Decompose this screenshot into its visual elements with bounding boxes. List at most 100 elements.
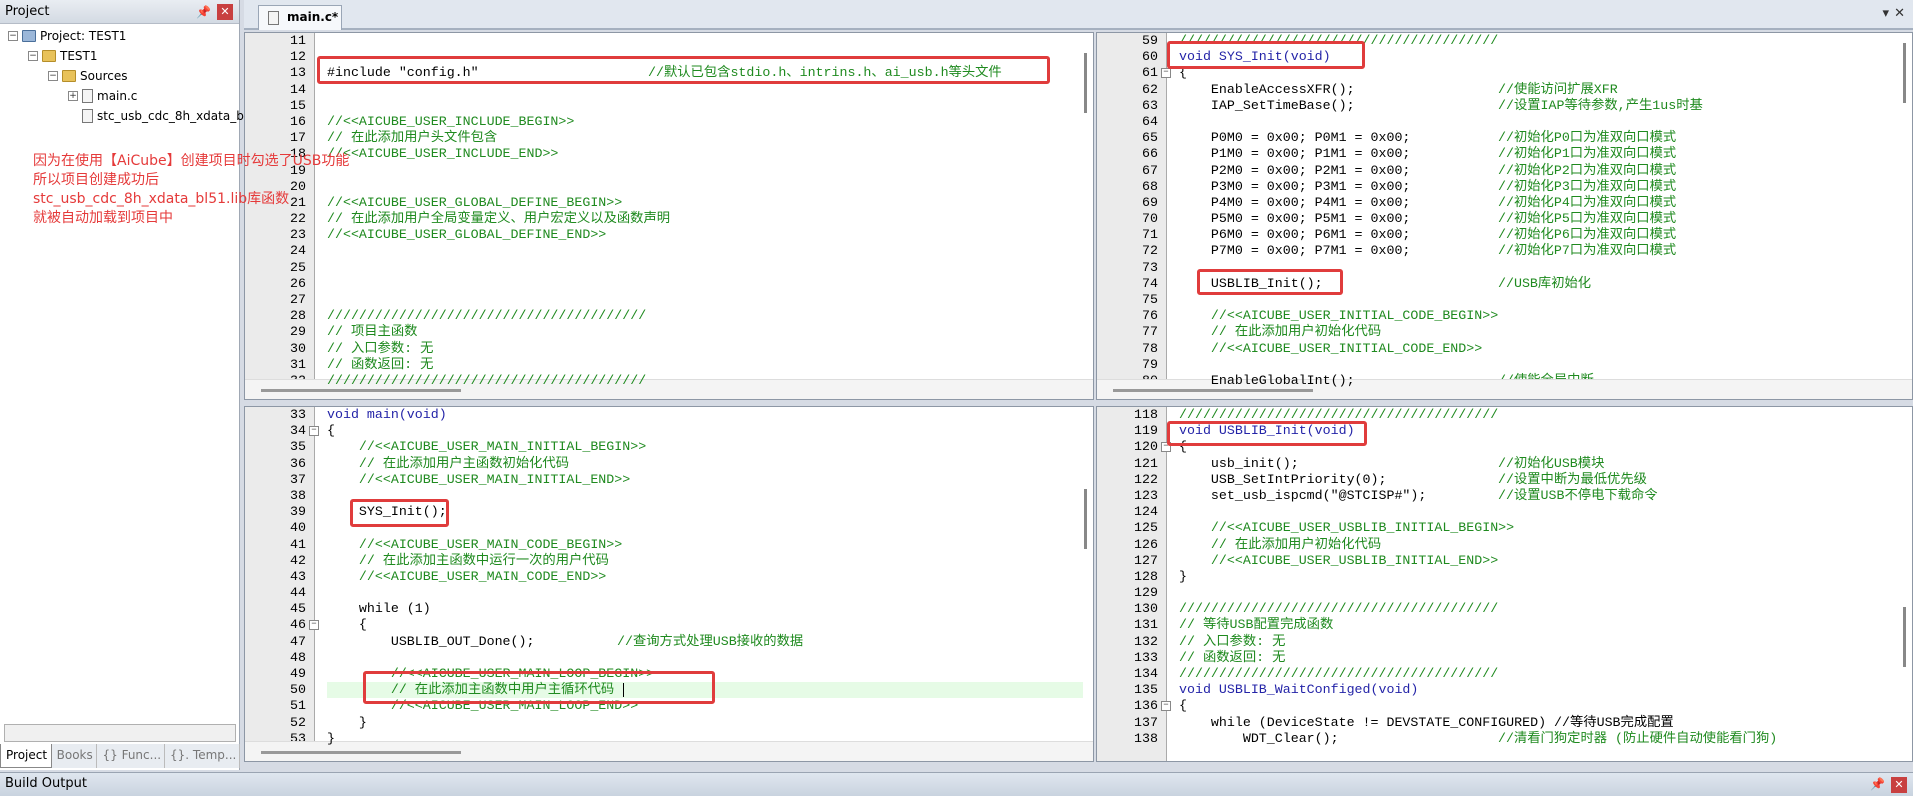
code-line[interactable]: 39 SYS_Init(); (245, 504, 1093, 520)
code-line[interactable]: 29 // 项目主函数 (245, 324, 1093, 340)
code-line[interactable]: 44 (245, 585, 1093, 601)
code-line[interactable]: 121 usb_init(); //初始化USB模块 (1097, 456, 1912, 472)
code-line[interactable]: 17 // 在此添加用户头文件包含 (245, 130, 1093, 146)
code-line[interactable]: 132 // 入口参数: 无 (1097, 634, 1912, 650)
code-line[interactable]: 73 (1097, 260, 1912, 276)
code-line[interactable]: 68 P3M0 = 0x00; P3M1 = 0x00; //初始化P3口为准双向… (1097, 179, 1912, 195)
code-line[interactable]: 126 // 在此添加用户初始化代码 (1097, 537, 1912, 553)
code-line[interactable]: 40 (245, 520, 1093, 536)
code-line[interactable]: 75 (1097, 292, 1912, 308)
code-line[interactable]: 129 (1097, 585, 1912, 601)
code-line[interactable]: 127 //<<AICUBE_USER_USBLIB_INITIAL_END>> (1097, 553, 1912, 569)
code-line[interactable]: 12 (245, 49, 1093, 65)
tree-item[interactable]: − TEST1 (28, 46, 98, 66)
pin-icon[interactable]: 📌 (196, 0, 211, 24)
code-line[interactable]: 48 (245, 650, 1093, 666)
code-line[interactable]: 16 //<<AICUBE_USER_INCLUDE_BEGIN>> (245, 114, 1093, 130)
code-line[interactable]: 66 P1M0 = 0x00; P1M1 = 0x00; //初始化P1口为准双向… (1097, 146, 1912, 162)
code-line[interactable]: 14 (245, 82, 1093, 98)
code-line[interactable]: 34−{ (245, 423, 1093, 439)
code-line[interactable]: 27 (245, 292, 1093, 308)
code-line[interactable]: 30 // 入口参数: 无 (245, 341, 1093, 357)
editor-pane-top-left[interactable]: 11 12 13 #include "config.h" //默认已包含stdio.h、… (244, 32, 1094, 400)
collapse-icon[interactable]: − (1161, 68, 1171, 79)
code-line[interactable]: 124 (1097, 504, 1912, 520)
tab-list-dropdown-icon[interactable]: ▾ (1882, 6, 1889, 21)
code-line[interactable]: 13 #include "config.h" //默认已包含stdio.h、intr… (245, 65, 1093, 81)
project-horizontal-scrollbar[interactable] (4, 724, 236, 742)
code-line[interactable]: 72 P7M0 = 0x00; P7M1 = 0x00; //初始化P7口为准双向… (1097, 243, 1912, 259)
collapse-icon[interactable]: − (48, 71, 58, 81)
vertical-scrollbar[interactable] (1084, 53, 1087, 113)
code-area[interactable]: 59 //////////////////////////////////////… (1097, 33, 1912, 389)
tab-project[interactable]: Project (0, 744, 52, 768)
code-line[interactable]: 20 (245, 179, 1093, 195)
code-line[interactable]: 137 while (DeviceState != DEVSTATE_CONFI… (1097, 715, 1912, 731)
code-line[interactable]: 28 //////////////////////////////////////… (245, 308, 1093, 324)
code-line[interactable]: 35 //<<AICUBE_USER_MAIN_INITIAL_BEGIN>> (245, 439, 1093, 455)
vertical-scrollbar[interactable] (1903, 43, 1906, 103)
code-line[interactable]: 61−{ (1097, 65, 1912, 81)
code-line[interactable]: 128} (1097, 569, 1912, 585)
code-line[interactable]: 18//<<AICUBE_USER_INCLUDE_END>> (245, 146, 1093, 162)
code-line[interactable]: 19 (245, 163, 1093, 179)
collapse-icon[interactable]: − (28, 51, 38, 61)
code-line[interactable]: 60 void SYS_Init(void) (1097, 49, 1912, 65)
code-line[interactable]: 133 // 函数返回: 无 (1097, 650, 1912, 666)
tab-templates[interactable]: {}. Temp... (165, 744, 241, 768)
code-line[interactable]: 23 //<<AICUBE_USER_GLOBAL_DEFINE_END>> (245, 227, 1093, 243)
collapse-icon[interactable]: − (309, 426, 319, 437)
code-line[interactable]: 74 USBLIB_Init(); //USB库初始化 (1097, 276, 1912, 292)
code-line[interactable]: 62 EnableAccessXFR(); //使能访问扩展XFR (1097, 82, 1912, 98)
code-line[interactable]: 135 void USBLIB_WaitConfiged(void) (1097, 682, 1912, 698)
code-line[interactable]: 70 P5M0 = 0x00; P5M1 = 0x00; //初始化P5口为准双向… (1097, 211, 1912, 227)
code-line[interactable]: 31 // 函数返回: 无 (245, 357, 1093, 373)
code-line[interactable]: 134 /////////////////////////////////////… (1097, 666, 1912, 682)
code-line[interactable]: 47 USBLIB_OUT_Done(); //查询方式处理USB接收的数据 (245, 634, 1093, 650)
code-line[interactable]: 46− { (245, 617, 1093, 633)
pin-icon[interactable]: 📌 (1870, 773, 1885, 795)
code-line[interactable]: 33 void main(void) (245, 407, 1093, 423)
code-line[interactable]: 120−{ (1097, 439, 1912, 455)
code-line[interactable]: 69 P4M0 = 0x00; P4M1 = 0x00; //初始化P4口为准双向… (1097, 195, 1912, 211)
collapse-icon[interactable]: − (1161, 442, 1171, 453)
close-tab-icon[interactable]: ✕ (1894, 6, 1905, 21)
close-icon[interactable]: ✕ (217, 4, 233, 20)
vertical-scrollbar[interactable] (1084, 489, 1087, 549)
horizontal-scrollbar[interactable] (245, 741, 1093, 761)
code-line[interactable]: 77 // 在此添加用户初始化代码 (1097, 324, 1912, 340)
code-line[interactable]: 11 (245, 33, 1093, 49)
code-line[interactable]: 130 /////////////////////////////////////… (1097, 601, 1912, 617)
code-line[interactable]: 125 //<<AICUBE_USER_USBLIB_INITIAL_BEGIN… (1097, 520, 1912, 536)
code-line[interactable]: 49 //<<AICUBE_USER_MAIN_LOOP_BEGIN>> (245, 666, 1093, 682)
code-line[interactable]: 45 while (1) (245, 601, 1093, 617)
code-line[interactable]: 42 // 在此添加主函数中运行一次的用户代码 (245, 553, 1093, 569)
code-line[interactable]: 78 //<<AICUBE_USER_INITIAL_CODE_END>> (1097, 341, 1912, 357)
tree-item[interactable]: + main.c (68, 86, 137, 106)
editor-pane-top-right[interactable]: 59 //////////////////////////////////////… (1096, 32, 1913, 400)
code-line[interactable]: 131 // 等待USB配置完成函数 (1097, 617, 1912, 633)
code-line[interactable]: 51 //<<AICUBE_USER_MAIN_LOOP_END>> (245, 698, 1093, 714)
code-area[interactable]: 118 /////////////////////////////////////… (1097, 407, 1912, 747)
code-line[interactable]: 24 (245, 243, 1093, 259)
code-line[interactable]: 119 void USBLIB_Init(void) (1097, 423, 1912, 439)
close-icon[interactable]: ✕ (1891, 777, 1907, 793)
editor-pane-bottom-right[interactable]: 118 /////////////////////////////////////… (1096, 406, 1913, 762)
code-area[interactable]: 11 12 13 #include "config.h" //默认已包含stdio.h、… (245, 33, 1093, 389)
code-line[interactable]: 25 (245, 260, 1093, 276)
code-line[interactable]: 67 P2M0 = 0x00; P2M1 = 0x00; //初始化P2口为准双向… (1097, 163, 1912, 179)
code-line[interactable]: 50 // 在此添加主函数中用户主循环代码 (245, 682, 1093, 699)
code-line[interactable]: 138 WDT_Clear(); //清看门狗定时器 (防止硬件自动使能看门狗) (1097, 731, 1912, 747)
expand-icon[interactable]: + (68, 91, 78, 101)
code-line[interactable]: 15 (245, 98, 1093, 114)
code-line[interactable]: 36 // 在此添加用户主函数初始化代码 (245, 456, 1093, 472)
tree-item[interactable]: − Project: TEST1 (8, 26, 126, 46)
code-line[interactable]: 63 IAP_SetTimeBase(); //设置IAP等待参数,产生1us时基 (1097, 98, 1912, 114)
code-line[interactable]: 41 //<<AICUBE_USER_MAIN_CODE_BEGIN>> (245, 537, 1093, 553)
code-line[interactable]: 118 /////////////////////////////////////… (1097, 407, 1912, 423)
code-line[interactable]: 21//<<AICUBE_USER_GLOBAL_DEFINE_BEGIN>> (245, 195, 1093, 211)
code-line[interactable]: 123 set_usb_ispcmd("@STCISP#"); //设置USB不停… (1097, 488, 1912, 504)
code-area[interactable]: 33 void main(void) 34−{35 //<<AICUBE_USER_… (245, 407, 1093, 747)
code-line[interactable]: 59 //////////////////////////////////////… (1097, 33, 1912, 49)
code-line[interactable]: 52 } (245, 715, 1093, 731)
